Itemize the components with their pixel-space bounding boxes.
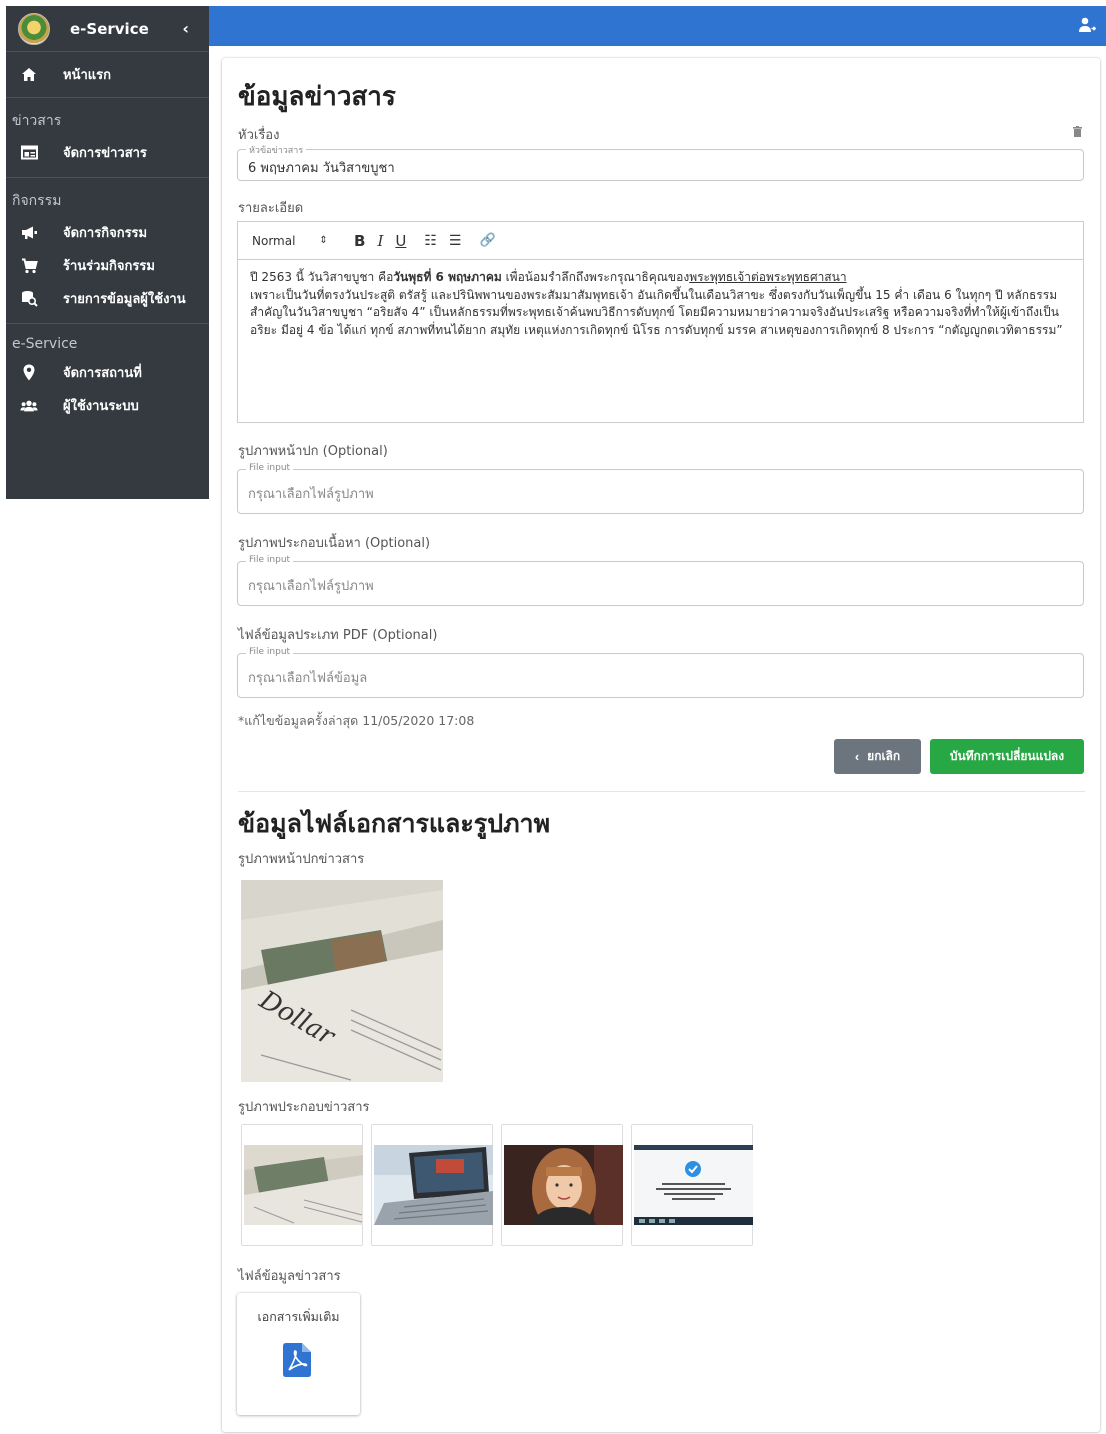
attachments-heading: ไฟล์ข้อมูลข่าวสาร [238,1269,341,1284]
editor-paragraph-1: ปี 2563 นี้ วันวิสาขบูชา คือวันพุธที่ 6 … [250,269,1071,287]
chevron-left-icon[interactable]: ‹ [182,19,189,38]
editor-content[interactable]: ปี 2563 นี้ วันวิสาขบูชา คือวันพุธที่ 6 … [238,260,1083,348]
cover-image-label: รูปภาพหน้าปก (Optional) [238,444,388,459]
cancel-button-label: ยกเลิก [867,749,901,763]
sidebar-item-label: จัดการกิจกรรม [63,226,148,241]
cover-image[interactable]: Dollar [241,880,443,1082]
page-title: ข้อมูลข่าวสาร [238,82,396,112]
sidebar-item-shop-activity[interactable]: ร้านร่วมกิจกรรม [6,249,209,282]
file-input-legend: File input [246,647,294,657]
content-image-placeholder: กรุณาเลือกไฟล์รูปภาพ [248,579,374,594]
subject-legend: หัวข้อข่าวสาร [246,143,307,157]
pdf-file-placeholder: กรุณาเลือกไฟล์ข้อมูล [248,671,368,686]
bold-button[interactable]: B [354,232,365,250]
home-icon [20,66,38,84]
subject-label: หัวเรื่อง [238,128,280,143]
gallery-thumbnail[interactable] [371,1124,493,1246]
brand-name[interactable]: e-Service [70,20,182,38]
ordered-list-icon[interactable]: ☷ [424,233,437,249]
format-select-value: Normal [252,233,296,248]
sidebar-item-manage-activity[interactable]: จัดการกิจกรรม [6,216,209,249]
last-edit-note: *แก้ไขข้อมูลครั้งล่าสุด 11/05/2020 17:08 [238,713,475,728]
editor-toolbar: Normal ⇕ B I U ☷ ☰ 🔗 [238,222,1083,260]
cover-image-heading: รูปภาพหน้าปกข่าวสาร [238,852,365,867]
sidebar-item-label: จัดการสถานที่ [63,366,142,381]
content-image-file-input[interactable]: File input กรุณาเลือกไฟล์รูปภาพ [237,555,1084,606]
sidebar-item-user-data[interactable]: รายการข้อมูลผู้ใช้งาน [6,282,209,315]
select-arrow-icon: ⇕ [319,235,328,246]
gallery-thumbnail[interactable] [501,1124,623,1246]
sidebar-item-label: หน้าแรก [63,68,111,83]
attachment-card[interactable]: เอกสารเพิ่มเติม [237,1293,360,1415]
user-icon[interactable] [1078,17,1097,37]
cart-icon [20,257,38,275]
users-icon [20,397,38,415]
sidebar: e-Service ‹ หน้าแรก ข่าวสาร จัดการข่าวสา… [6,6,209,499]
subject-input-value[interactable]: 6 พฤษภาคม วันวิสาขบูชา [248,157,395,178]
newspaper-icon [20,144,38,162]
pdf-file-input[interactable]: File input กรุณาเลือกไฟล์ข้อมูล [237,647,1084,698]
rich-text-editor[interactable]: Normal ⇕ B I U ☷ ☰ 🔗 ปี 2563 นี้ วันวิสา… [237,221,1084,423]
gallery-heading: รูปภาพประกอบข่าวสาร [238,1100,370,1115]
section-divider [238,791,1085,792]
underline-button[interactable]: U [395,232,406,250]
cancel-button[interactable]: ‹ ยกเลิก [834,739,921,774]
news-form-card: ข้อมูลข่าวสาร หัวเรื่อง หัวข้อข่าวสาร 6 … [222,58,1100,1432]
sidebar-item-label: ร้านร่วมกิจกรรม [63,259,155,274]
file-input-legend: File input [246,555,294,565]
sidebar-item-manage-place[interactable]: จัดการสถานที่ [6,356,209,389]
save-changes-button[interactable]: บันทึกการเปลี่ยนแปลง [930,739,1084,774]
sidebar-item-label: รายการข้อมูลผู้ใช้งาน [63,292,186,307]
sidebar-item-system-users[interactable]: ผู้ใช้งานระบบ [6,389,209,422]
sidebar-item-home[interactable]: หน้าแรก [6,52,209,97]
pdf-icon[interactable] [283,1343,311,1381]
pdf-file-label: ไฟล์ข้อมูลประเภท PDF (Optional) [238,628,438,643]
map-pin-icon [20,364,38,382]
top-navbar [209,6,1106,46]
search-database-icon [20,290,38,308]
link-icon[interactable]: 🔗 [479,233,495,248]
cover-file-placeholder: กรุณาเลือกไฟล์รูปภาพ [248,487,374,502]
editor-underlined-text: พระพุทธเจ้าต่อพระพุทธศาสนา [689,270,847,284]
subject-field[interactable]: หัวข้อข่าวสาร 6 พฤษภาคม วันวิสาขบูชา [237,143,1084,181]
bullet-list-icon[interactable]: ☰ [449,233,462,249]
file-input-legend: File input [246,463,294,473]
gallery-thumbnail[interactable] [631,1124,753,1246]
format-select[interactable]: Normal ⇕ [252,234,336,248]
content-image-label: รูปภาพประกอบเนื้อหา (Optional) [238,536,431,551]
editor-text: ปี 2563 นี้ วันวิสาขบูชา คือ [250,270,394,284]
gallery-thumbnail[interactable] [241,1124,363,1246]
sidebar-item-manage-news[interactable]: จัดการข่าวสาร [6,136,209,169]
files-section-title: ข้อมูลไฟล์เอกสารและรูปภาพ [238,809,551,838]
sidebar-section-eservice: e-Service [6,323,209,356]
italic-button[interactable]: I [377,232,383,250]
sidebar-section-activity: กิจกรรม [6,177,209,216]
chevron-left-icon: ‹ [854,749,860,764]
editor-text: เพื่อน้อมรำลึกถึงพระกรุณาธิคุณของ [501,270,690,284]
editor-bold-text: วันพุธที่ 6 พฤษภาคม [393,270,502,284]
trash-icon[interactable] [1073,122,1082,141]
detail-label: รายละเอียด [238,201,304,216]
sidebar-item-label: ผู้ใช้งานระบบ [63,399,139,414]
sidebar-section-news: ข่าวสาร [6,97,209,136]
attachment-name: เอกสารเพิ่มเติม [257,1309,340,1324]
sidebar-header: e-Service ‹ [6,6,209,52]
megaphone-icon [20,224,38,242]
sidebar-item-label: จัดการข่าวสาร [63,146,147,161]
editor-paragraph-2: เพราะเป็นวันที่ตรงวันประสูติ ตรัสรู้ และ… [250,287,1063,337]
brand-logo[interactable] [18,12,50,45]
cover-file-input[interactable]: File input กรุณาเลือกไฟล์รูปภาพ [237,463,1084,514]
